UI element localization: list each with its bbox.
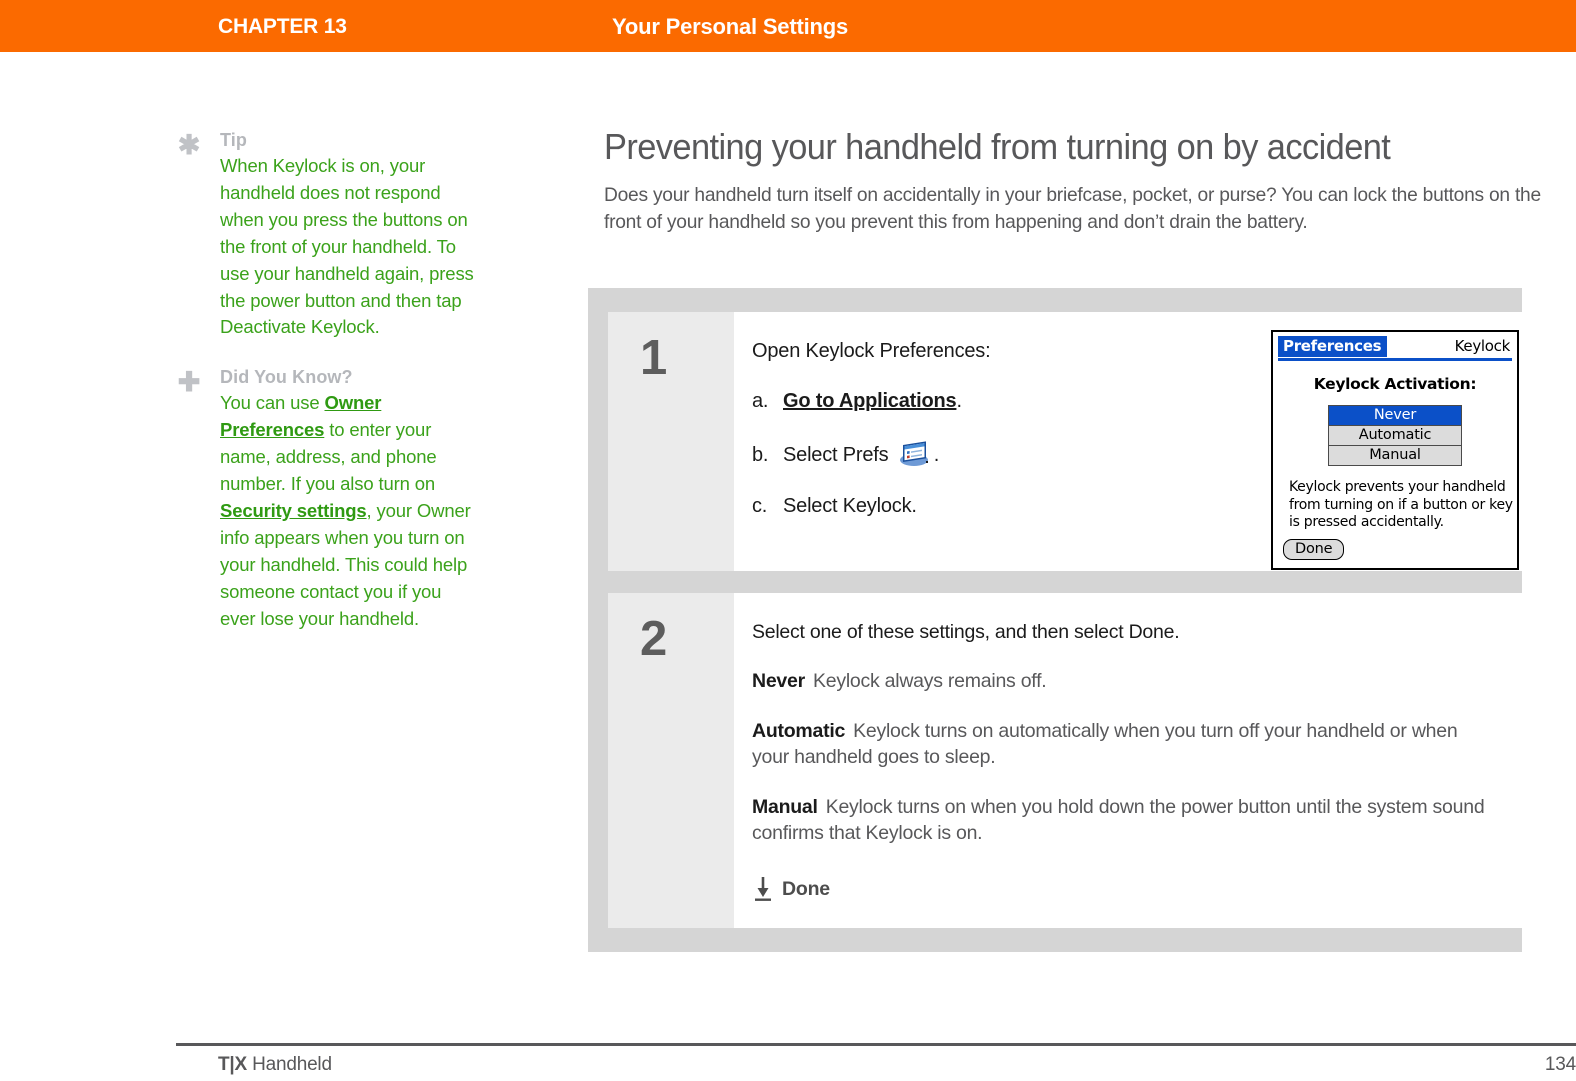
step-number-cell: 2 — [608, 593, 734, 928]
palm-title-bar: Preferences Keylock — [1278, 336, 1512, 361]
option-manual-desc: Keylock turns on when you hold down the … — [752, 796, 1485, 844]
done-label: Done — [782, 877, 830, 900]
option-manual: Manual Keylock turns on when you hold dow… — [752, 794, 1498, 846]
palm-screen-name: Keylock — [1454, 337, 1511, 355]
footer-product-mark: T|X — [218, 1054, 247, 1075]
palm-description: Keylock prevents your handheld from turn… — [1289, 479, 1513, 530]
palm-preferences-screenshot: Preferences Keylock Keylock Activation: … — [1271, 330, 1519, 570]
down-arrow-icon — [752, 876, 774, 902]
substep-a-marker: a. — [752, 390, 769, 412]
substep-a-suffix: . — [956, 390, 962, 412]
palm-option-manual[interactable]: Manual — [1329, 446, 1461, 465]
step-content: Open Keylock Preferences: a. Go to Appli… — [734, 312, 1522, 571]
did-you-know-text: You can use Owner Preferences to enter y… — [220, 390, 476, 632]
tip-body: Tip When Keylock is on, your handheld do… — [220, 130, 476, 341]
dyk-segment-1: You can use — [220, 392, 325, 414]
substep-a-text: Go to Applications. — [783, 390, 962, 413]
did-you-know-heading: Did You Know? — [220, 367, 353, 388]
asterisk-icon: ✱ — [177, 130, 201, 160]
step-number: 1 — [640, 331, 667, 385]
option-automatic-desc: Keylock turns on automatically when you … — [752, 720, 1458, 768]
chapter-header-bar: CHAPTER 13 Your Personal Settings — [0, 0, 1576, 52]
option-manual-term: Manual — [752, 796, 818, 818]
go-to-applications-link[interactable]: Go to Applications — [783, 390, 957, 412]
option-never-desc: Keylock always remains off. — [812, 670, 1047, 692]
option-never: Never Keylock always remains off. — [752, 668, 1498, 694]
substep-b-marker: b. — [752, 444, 769, 466]
security-settings-link[interactable]: Security settings — [220, 500, 367, 521]
footer-product-label: T|X Handheld — [218, 1054, 332, 1076]
substep-b-suffix: . — [933, 444, 940, 466]
palm-done-button[interactable]: Done — [1283, 539, 1345, 560]
prefs-app-icon — [897, 440, 931, 468]
step-row: 1 Open Keylock Preferences: a. Go to App… — [608, 312, 1522, 571]
substep-c-text: Select Keylock. — [783, 495, 917, 517]
intro-paragraph: Does your handheld turn itself on accide… — [604, 184, 1541, 233]
did-you-know-body: Did You Know? You can use Owner Preferen… — [220, 367, 476, 632]
main-column: Preventing your handheld from turning on… — [604, 126, 1576, 236]
tip-heading: Tip — [220, 130, 247, 150]
substep-c-marker: c. — [752, 495, 768, 517]
palm-app-name: Preferences — [1278, 336, 1388, 357]
option-automatic: Automatic Keylock turns on automatically … — [752, 718, 1498, 770]
step-number-cell: 1 — [608, 312, 734, 571]
palm-option-automatic[interactable]: Automatic — [1329, 426, 1461, 446]
done-row: Done — [752, 876, 1498, 902]
footer-divider — [176, 1043, 1576, 1046]
palm-option-list: Never Automatic Manual — [1328, 405, 1462, 466]
step2-lead-text: Select one of these settings, and then s… — [752, 621, 1180, 643]
sidebar-tips: ✱ Tip When Keylock is on, your handheld … — [176, 130, 476, 659]
step-content: Select one of these settings, and then s… — [734, 593, 1522, 928]
tip-text: When Keylock is on, your handheld does n… — [220, 155, 474, 338]
substep-b-prefix: Select Prefs — [783, 444, 894, 466]
palm-activation-heading: Keylock Activation: — [1313, 375, 1477, 393]
option-automatic-term: Automatic — [752, 720, 846, 742]
option-never-term: Never — [752, 670, 805, 692]
did-you-know-callout: ✚ Did You Know? You can use Owner Prefer… — [176, 367, 476, 632]
chapter-number-label: CHAPTER 13 — [218, 15, 347, 38]
substep-b-text: Select Prefs . — [783, 440, 939, 468]
chapter-section-title: Your Personal Settings — [612, 14, 849, 39]
step-number: 2 — [640, 612, 667, 666]
footer-product-rest: Handheld — [247, 1054, 332, 1075]
steps-panel: 1 Open Keylock Preferences: a. Go to App… — [588, 288, 1522, 952]
tip-callout: ✱ Tip When Keylock is on, your handheld … — [176, 130, 476, 341]
plus-icon: ✚ — [177, 367, 201, 398]
palm-option-never[interactable]: Never — [1329, 406, 1461, 426]
footer-page-number: 134 — [1544, 1054, 1576, 1075]
page-title: Preventing your handheld from turning on… — [604, 126, 1391, 167]
step-row: 2 Select one of these settings, and then… — [608, 593, 1522, 928]
